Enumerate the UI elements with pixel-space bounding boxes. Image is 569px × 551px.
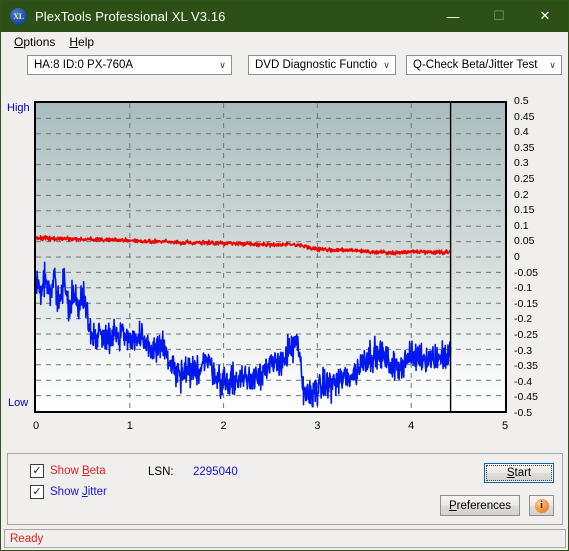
drive-select-value: HA:8 ID:0 PX-760A (34, 59, 134, 71)
menu-item-help[interactable]: Help (62, 33, 101, 51)
drive-select[interactable]: HA:8 ID:0 PX-760A ∨ (27, 55, 232, 75)
menu-options-accel: O (14, 35, 24, 49)
prefs-accel: P (448, 499, 457, 512)
y-axis-tick: -0.4 (514, 375, 533, 388)
status-text: Ready (10, 532, 44, 545)
y-axis-tick: 0.15 (514, 204, 535, 217)
menu-item-options[interactable]: Options (7, 33, 62, 51)
menu-help-accel: H (69, 35, 79, 49)
x-axis-tick: 1 (126, 420, 133, 432)
y-axis-tick: 0.45 (514, 110, 535, 123)
status-bar: Ready (4, 529, 566, 548)
show-beta-post: eta (89, 465, 106, 477)
y-axis-tick: -0.25 (514, 329, 538, 341)
x-axis-tick: 4 (408, 420, 415, 432)
checkbox-mark: ✓ (30, 485, 44, 499)
minimize-button[interactable]: — (430, 1, 476, 31)
x-axis-tick: 0 (32, 420, 40, 432)
checkbox-mark: ✓ (30, 464, 44, 478)
show-jitter-pre: Show (50, 486, 82, 498)
axis-label-low: Low (8, 397, 29, 409)
plot-area[interactable] (34, 101, 507, 413)
maximize-button[interactable]: ☐ (476, 1, 522, 31)
axis-label-high: High (7, 102, 30, 114)
y-axis-tick: 0.35 (514, 141, 535, 154)
chevron-down-icon: ∨ (383, 59, 390, 70)
y-axis-tick: 0.2 (514, 188, 529, 201)
show-jitter-label: Show Jitter (50, 486, 107, 498)
preferences-button[interactable]: Preferences (440, 495, 520, 516)
title-bar: XL PlexTools Professional XL V3.16 — ☐ ✕ (1, 1, 568, 32)
test-select-value: Q-Check Beta/Jitter Test (413, 59, 538, 71)
y-axis-tick: -0.35 (514, 360, 538, 373)
y-axis: 0.5 0.45 0.4 0.35 0.3 0.25 0.2 0.15 0.1 0.05 0 -0.0… (510, 93, 562, 421)
prefs-post: references (456, 499, 511, 512)
y-axis-tick: -0.2 (514, 313, 533, 326)
chevron-down-icon: ∨ (219, 59, 226, 70)
info-button[interactable]: i (529, 495, 554, 516)
app-icon: XL (10, 8, 27, 25)
menu-bar: Options Help (1, 32, 568, 52)
y-axis-tick: 0.5 (514, 95, 529, 107)
x-axis-tick: 5 (501, 420, 509, 432)
window-controls: — ☐ ✕ (430, 1, 568, 31)
y-axis-tick: 0.05 (514, 235, 535, 248)
menu-options-label: ptions (23, 35, 56, 49)
close-button[interactable]: ✕ (522, 1, 568, 31)
show-jitter-checkbox[interactable]: ✓ Show Jitter (30, 485, 107, 499)
y-axis-tick: 0.25 (514, 173, 535, 185)
show-jitter-post: itter (87, 486, 107, 498)
toolbar: HA:8 ID:0 PX-760A ∨ DVD Diagnostic Funct… (1, 52, 568, 78)
controls-panel: ✓ Show Beta ✓ Show Jitter LSN: 2295040 S… (7, 453, 563, 525)
x-axis-tick: 2 (220, 420, 227, 432)
application-window: XL PlexTools Professional XL V3.16 — ☐ ✕… (0, 0, 569, 551)
info-icon: i (534, 498, 549, 513)
focus-ring (486, 465, 552, 481)
y-axis-tick: 0.3 (514, 157, 529, 170)
show-beta-accel: B (81, 465, 90, 477)
y-axis-tick: 0.4 (514, 126, 529, 139)
function-select[interactable]: DVD Diagnostic Functions ∨ (248, 55, 396, 75)
x-axis: 0 1 2 3 4 5 (32, 416, 509, 438)
chart-panel: High Low 0.5 0.45 0.4 0.35 0.3 0.25 0.2 0.15 0.1… (2, 80, 567, 448)
function-select-value: DVD Diagnostic Functions (255, 59, 378, 71)
y-axis-tick: 0.1 (514, 219, 529, 232)
y-axis-tick: 0 (514, 251, 520, 263)
y-axis-tick: -0.05 (514, 266, 538, 279)
preferences-button-label: Preferences (449, 500, 511, 512)
lsn-value: 2295040 (193, 466, 238, 478)
y-axis-tick: -0.15 (514, 297, 538, 310)
show-beta-checkbox[interactable]: ✓ Show Beta (30, 464, 106, 478)
y-axis-tick: -0.45 (514, 391, 538, 404)
show-beta-label: Show Beta (50, 465, 106, 477)
test-select[interactable]: Q-Check Beta/Jitter Test ∨ (406, 55, 562, 75)
y-axis-tick: -0.5 (514, 407, 533, 419)
y-axis-tick: -0.1 (514, 282, 533, 295)
window-title: PlexTools Professional XL V3.16 (35, 9, 226, 24)
plot-svg (36, 103, 505, 411)
x-axis-tick: 3 (314, 420, 321, 432)
y-axis-tick: -0.3 (514, 344, 533, 357)
chevron-down-icon: ∨ (549, 59, 556, 70)
lsn-label: LSN: (148, 466, 174, 478)
menu-help-label: elp (78, 35, 95, 49)
show-beta-pre: Show (50, 465, 82, 477)
start-button[interactable]: Start (484, 463, 554, 483)
